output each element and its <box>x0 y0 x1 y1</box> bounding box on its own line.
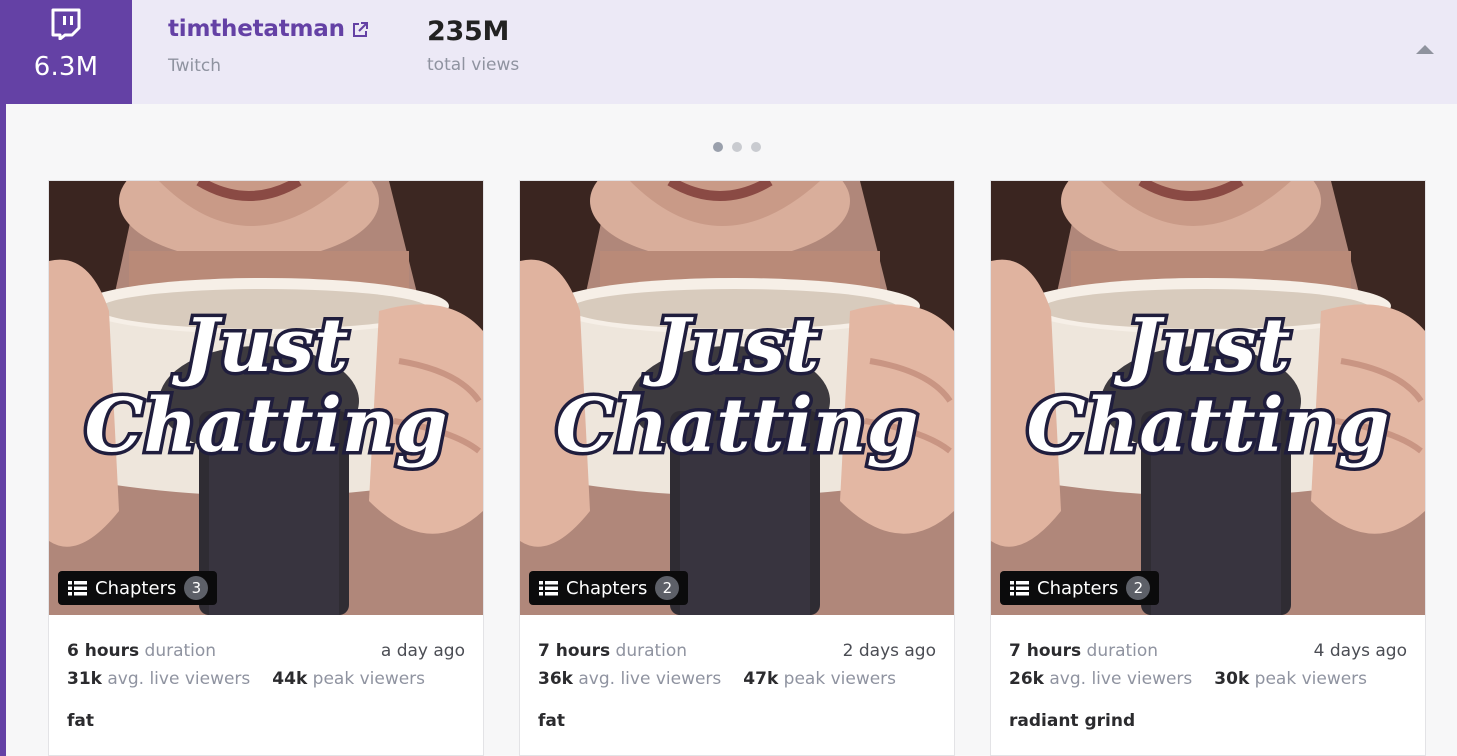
peak-viewers: 30k peak viewers <box>1214 669 1367 689</box>
peak-viewers-label: peak viewers <box>783 669 897 689</box>
stream-card[interactable]: Just Chatting Chapters 3 6 hours duratio… <box>48 180 484 756</box>
rank-value: 6.3M <box>33 52 99 82</box>
twitch-icon <box>51 8 81 40</box>
peak-viewers-value: 47k <box>743 669 779 689</box>
chapters-button[interactable]: Chapters 3 <box>58 571 218 605</box>
avg-viewers-value: 26k <box>1009 669 1044 689</box>
peak-viewers-label: peak viewers <box>1254 669 1368 689</box>
stream-card[interactable]: Just Chatting Chapters 2 7 hours duratio… <box>519 180 955 756</box>
thumbnail-text-chatting: Chatting <box>85 383 448 469</box>
stream-card[interactable]: Just Chatting Chapters 2 7 hours duratio… <box>990 180 1426 756</box>
duration-row: 7 hours duration 2 days ago <box>538 637 936 665</box>
channel-block: timthetatman Twitch <box>168 16 369 76</box>
avg-viewers: 26k avg. live viewers <box>1009 669 1192 689</box>
peak-viewers-value: 44k <box>272 669 308 689</box>
list-icon <box>1010 580 1029 595</box>
chapters-label: Chapters <box>1037 577 1119 599</box>
viewers-row: 26k avg. live viewers 30k peak viewers <box>1009 665 1407 693</box>
duration-row: 7 hours duration 4 days ago <box>1009 637 1407 665</box>
stream-date: a day ago <box>380 641 465 661</box>
thumbnail-text-just: Just <box>643 303 820 389</box>
chapters-count-badge: 2 <box>1126 576 1151 600</box>
total-views-label: total views <box>427 55 520 75</box>
avg-viewers-value: 36k <box>538 669 573 689</box>
platform-label: Twitch <box>168 56 221 76</box>
thumbnail-text-just: Just <box>1114 303 1291 389</box>
channel-name-link[interactable]: timthetatman <box>168 16 345 42</box>
viewers-row: 31k avg. live viewers 44k peak viewers <box>67 665 465 693</box>
avg-viewers-label: avg. live viewers <box>1049 669 1193 689</box>
stream-title[interactable]: fat <box>538 711 936 731</box>
stream-title[interactable]: fat <box>67 711 465 731</box>
peak-viewers: 47k peak viewers <box>743 669 896 689</box>
chapters-label: Chapters <box>95 577 177 599</box>
channel-name-row[interactable]: timthetatman <box>168 16 369 42</box>
stream-title[interactable]: radiant grind <box>1009 711 1407 731</box>
peak-viewers-value: 30k <box>1214 669 1250 689</box>
duration-value: 6 hours <box>67 641 140 661</box>
external-link-icon[interactable] <box>351 21 369 39</box>
chapters-count-badge: 2 <box>655 576 680 600</box>
list-icon <box>68 580 87 595</box>
carousel-dots <box>713 142 761 152</box>
duration-value: 7 hours <box>538 641 611 661</box>
thumbnail-text-chatting: Chatting <box>1027 383 1390 469</box>
stream-thumbnail[interactable]: Just Chatting Chapters 2 <box>520 181 954 615</box>
stream-thumbnail[interactable]: Just Chatting Chapters 3 <box>49 181 483 615</box>
peak-viewers: 44k peak viewers <box>272 669 425 689</box>
list-icon <box>539 580 558 595</box>
carousel-dot-3[interactable] <box>751 142 761 152</box>
thumbnail-text-just: Just <box>172 303 349 389</box>
duration-value: 7 hours <box>1009 641 1082 661</box>
avg-viewers-label: avg. live viewers <box>107 669 251 689</box>
duration-label: duration <box>1086 641 1159 661</box>
chapters-count-badge: 3 <box>184 576 209 600</box>
avg-viewers: 31k avg. live viewers <box>67 669 250 689</box>
stream-info: 6 hours duration a day ago 31k avg. live… <box>49 615 483 731</box>
just-chatting-thumbnail-image: Just Chatting <box>49 181 483 615</box>
duration-row: 6 hours duration a day ago <box>67 637 465 665</box>
just-chatting-thumbnail-image: Just Chatting <box>520 181 954 615</box>
duration: 6 hours duration <box>67 641 216 661</box>
duration: 7 hours duration <box>538 641 687 661</box>
viewers-row: 36k avg. live viewers 47k peak viewers <box>538 665 936 693</box>
duration-label: duration <box>615 641 688 661</box>
rank-box: 6.3M <box>0 0 132 104</box>
chapters-label: Chapters <box>566 577 648 599</box>
stream-info: 7 hours duration 2 days ago 36k avg. liv… <box>520 615 954 731</box>
total-views-block: 235M total views <box>427 16 519 75</box>
stream-date: 2 days ago <box>842 641 936 661</box>
thumbnail-text-chatting: Chatting <box>556 383 919 469</box>
stream-info: 7 hours duration 4 days ago 26k avg. liv… <box>991 615 1425 731</box>
channel-header: 6.3M timthetatman Twitch 235M total view… <box>0 0 1457 104</box>
chapters-button[interactable]: Chapters 2 <box>1000 571 1160 605</box>
avg-viewers-label: avg. live viewers <box>578 669 722 689</box>
caret-up-icon[interactable] <box>1414 42 1436 56</box>
peak-viewers-label: peak viewers <box>312 669 426 689</box>
just-chatting-thumbnail-image: Just Chatting <box>991 181 1425 615</box>
stream-thumbnail[interactable]: Just Chatting Chapters 2 <box>991 181 1425 615</box>
avg-viewers: 36k avg. live viewers <box>538 669 721 689</box>
avg-viewers-value: 31k <box>67 669 102 689</box>
duration: 7 hours duration <box>1009 641 1158 661</box>
chapters-button[interactable]: Chapters 2 <box>529 571 689 605</box>
total-views-value: 235M <box>427 16 510 47</box>
app-root: 6.3M timthetatman Twitch 235M total view… <box>0 0 1457 756</box>
stream-date: 4 days ago <box>1313 641 1407 661</box>
carousel-dot-2[interactable] <box>732 142 742 152</box>
carousel-dot-1[interactable] <box>713 142 723 152</box>
streams-panel: Just Chatting Chapters 3 6 hours duratio… <box>6 104 1457 756</box>
duration-label: duration <box>144 641 217 661</box>
